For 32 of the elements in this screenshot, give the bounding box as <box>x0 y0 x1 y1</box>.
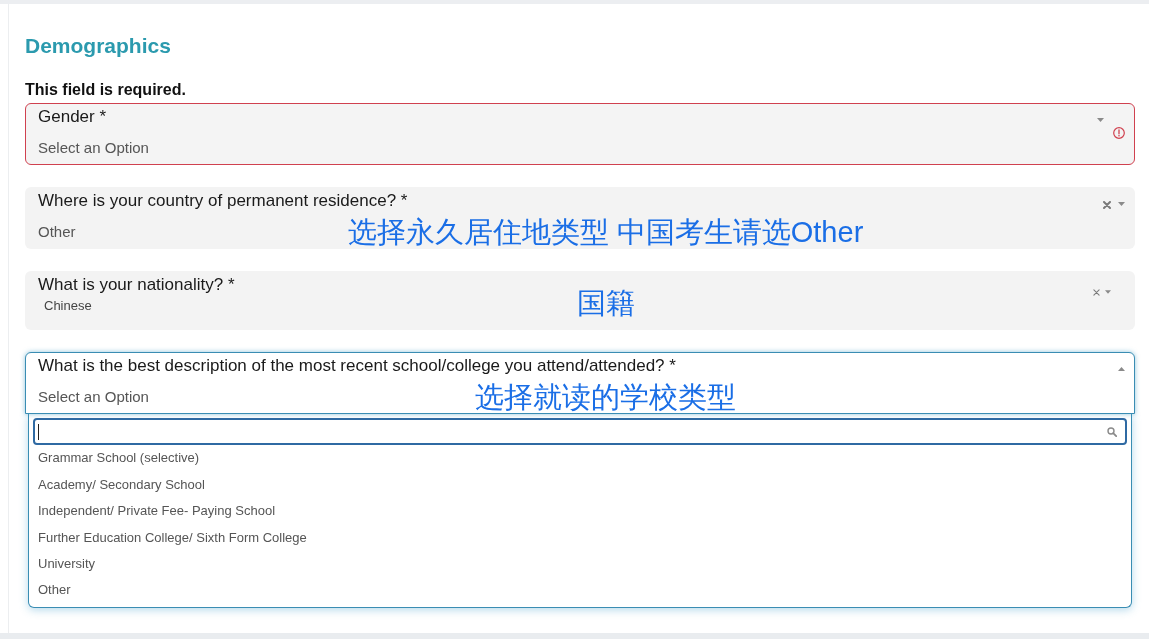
select-field[interactable]: Gender * Select an Option <box>25 103 1135 165</box>
dropdown-option[interactable]: Further Education College/ Sixth Form College <box>33 524 1127 551</box>
selected-value: Other <box>38 221 76 242</box>
dropdown-option[interactable]: Other <box>33 576 1127 604</box>
field-label: What is your nationality? * <box>38 275 235 295</box>
text-cursor <box>38 423 39 440</box>
field-label: Gender * <box>38 107 107 127</box>
section-heading: Demographics <box>25 33 171 59</box>
caret-down-icon <box>1105 290 1111 294</box>
dropdown-option[interactable]: Independent/ Private Fee- Paying School <box>33 497 1127 525</box>
dropdown-option[interactable]: University <box>33 550 1127 577</box>
placeholder-text: Select an Option <box>38 386 149 407</box>
error-message: This field is required. <box>25 81 186 99</box>
caret-down-icon <box>1097 118 1104 122</box>
dropdown-option[interactable]: Academy/ Secondary School <box>33 471 1127 498</box>
annotation-text: 选择就读的学校类型 <box>475 381 736 413</box>
select-field[interactable]: Where is your country of permanent residence? * Other 选择永久居住地类型 中国考生请选Other <box>25 187 1135 249</box>
annotation-text: 国籍 <box>576 287 635 319</box>
caret-down-icon <box>1118 202 1125 206</box>
selected-value: Chinese <box>44 297 92 316</box>
clear-icon[interactable] <box>1093 289 1100 296</box>
placeholder-text: Select an Option <box>38 137 149 158</box>
dropdown-option[interactable]: Grammar School (selective) <box>33 445 1127 472</box>
field-label: Where is your country of permanent residence? * <box>38 191 408 211</box>
search-field[interactable] <box>33 418 1127 445</box>
caret-up-icon <box>1118 367 1125 371</box>
select-field[interactable]: What is the best description of the most recent school/college you attend/attended? * Select an Option 选择就读的学校类型 <box>25 352 1135 414</box>
clear-icon[interactable] <box>1103 201 1111 209</box>
select-field[interactable]: What is your nationality? * Chinese 国籍 <box>25 271 1135 330</box>
search-icon <box>1107 426 1117 437</box>
annotation-text: 选择永久居住地类型 中国考生请选Other <box>347 216 864 248</box>
field-label: What is the best description of the most recent school/college you attend/attended? * <box>38 356 676 376</box>
